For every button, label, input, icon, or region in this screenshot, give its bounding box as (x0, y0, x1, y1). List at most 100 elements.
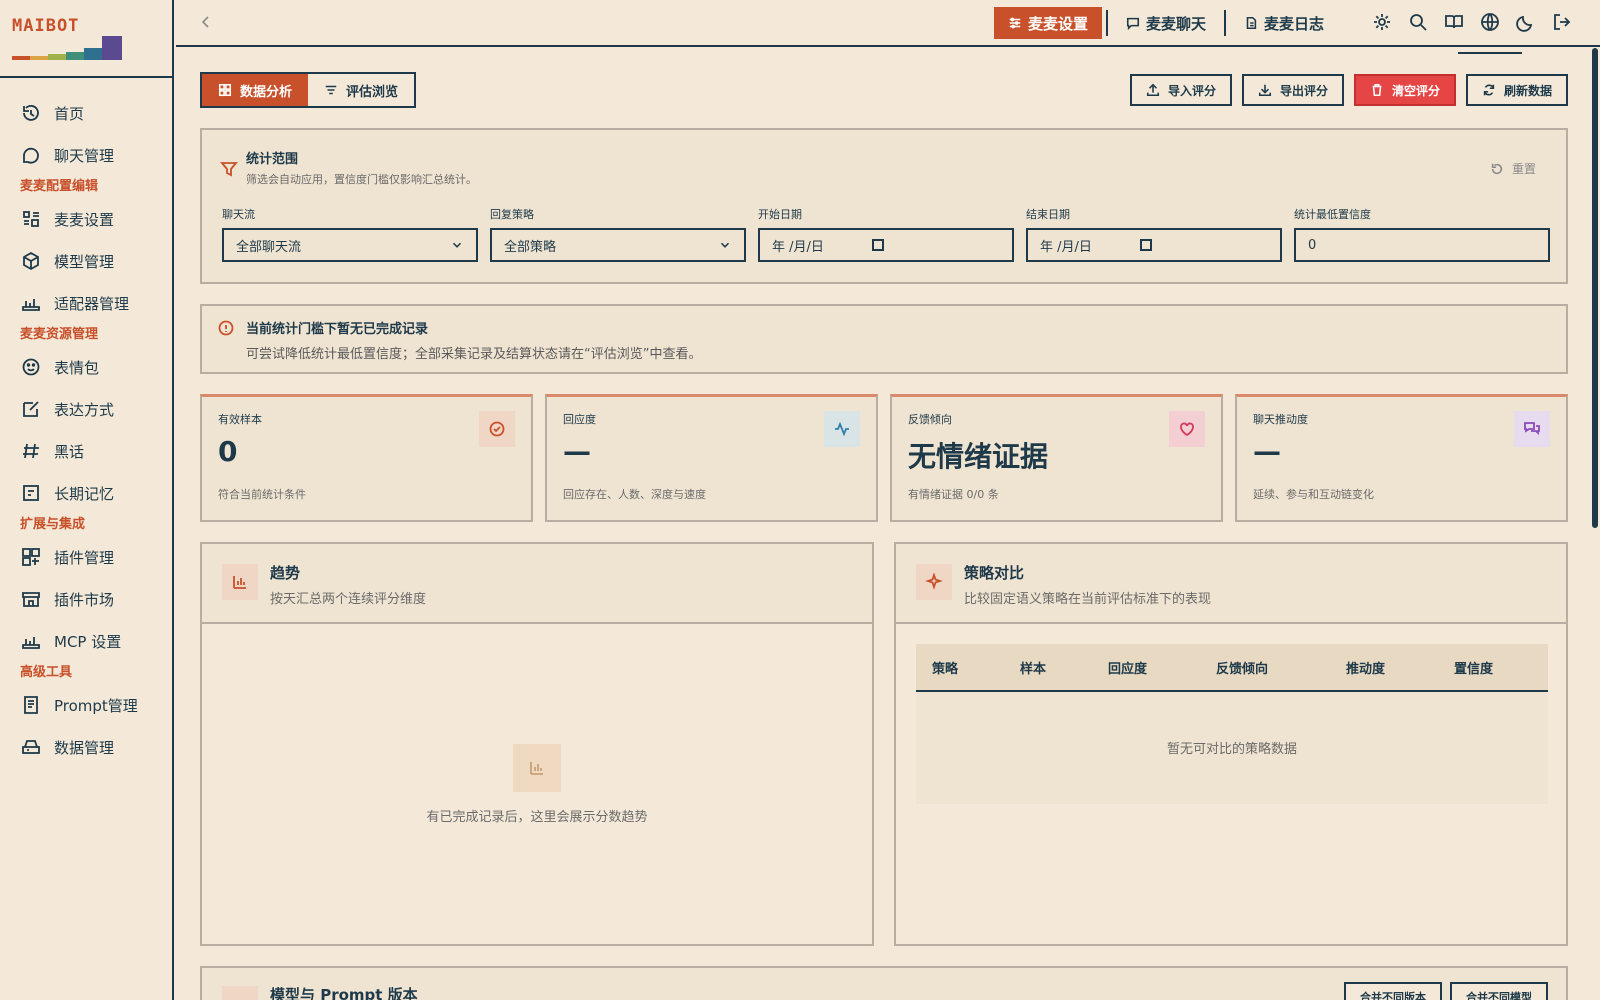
nav-section-label: 麦麦资源管理 (20, 327, 99, 342)
filter-lines-icon (325, 85, 337, 95)
tab-settings[interactable]: 麦麦设置 (994, 7, 1103, 39)
upload-icon (1146, 83, 1159, 97)
tab-browse[interactable]: 评估浏览 (308, 74, 414, 106)
logo[interactable]: MAIBOT (0, 0, 172, 78)
column-header[interactable]: 回应度 (1108, 658, 1216, 677)
bar-chart-icon (222, 564, 258, 600)
merge-models-button[interactable]: 合并不同模型 (1450, 982, 1548, 1000)
clear-button[interactable]: 清空评分 (1353, 74, 1456, 106)
sidebar-item-label: 适配器管理 (54, 294, 130, 313)
search-icon[interactable] (1408, 12, 1428, 32)
sidebar-item[interactable]: 插件市场 (0, 578, 172, 620)
tab-analysis[interactable]: 数据分析 (202, 74, 309, 106)
trend-empty-text: 有已完成记录后，这里会展示分数趋势 (426, 810, 648, 825)
tab-browse-label: 评估浏览 (346, 84, 399, 100)
moon-icon[interactable] (1516, 12, 1536, 32)
column-header[interactable]: 反馈倾向 (1216, 658, 1346, 677)
filter-panel: 统计范围 筛选会自动应用，置信度门槛仅影响汇总统计。 重置 聊天流 全部聊天流 … (200, 128, 1568, 284)
table-empty-state: 暂无可对比的策略数据 (1166, 741, 1297, 757)
sidebar-item[interactable]: 麦麦设置 (0, 198, 172, 240)
scrollbar[interactable] (1592, 48, 1598, 528)
stat-push: 聊天推动度 — 延续、参与和互动链变化 (1235, 394, 1568, 522)
column-header[interactable]: 置信度 (1454, 658, 1493, 677)
column-header[interactable]: 样本 (1020, 658, 1108, 677)
sidebar-item[interactable]: 数据管理 (0, 726, 172, 768)
chevron-down-icon (720, 242, 730, 248)
calendar-icon[interactable] (871, 239, 884, 251)
import-label: 导入评分 (1167, 83, 1216, 98)
sidebar-item[interactable]: 表达方式 (0, 388, 172, 430)
sidebar-item[interactable]: 适配器管理 (0, 282, 172, 324)
reset-label: 重置 (1511, 162, 1536, 176)
chevron-left-icon[interactable] (198, 14, 214, 30)
notice-banner: 当前统计门槛下暂无已完成记录 可尝试降低统计最低置信度；全部采集记录及结算状态请… (200, 304, 1568, 374)
filter-title: 统计范围 (246, 152, 299, 167)
strategy-select[interactable]: 全部策略 (490, 228, 746, 262)
gear-icon[interactable] (1372, 12, 1392, 32)
sidebar-item-label: 数据管理 (54, 738, 115, 757)
sidebar-item[interactable]: 表情包 (0, 346, 172, 388)
sidebar-item[interactable]: MCP 设置 (0, 620, 172, 662)
start-date-field: 开始日期 年 /月/日 (758, 206, 1014, 262)
reset-button[interactable]: 重置 (1490, 160, 1536, 177)
sidebar-item[interactable]: 首页 (0, 92, 172, 134)
sidebar-item[interactable]: 聊天管理 (0, 134, 172, 176)
calendar-icon[interactable] (1139, 239, 1152, 251)
stream-select[interactable]: 全部聊天流 (222, 228, 478, 262)
home-icon (20, 102, 42, 124)
edit-icon (20, 398, 42, 420)
heart-icon (1169, 411, 1205, 447)
sidebar-item[interactable]: Prompt管理 (0, 684, 172, 726)
sidebar-item[interactable]: 长期记忆 (0, 472, 172, 514)
sidebar-item-label: 长期记忆 (54, 484, 115, 503)
stream-label: 聊天流 (222, 208, 255, 221)
import-button[interactable]: 导入评分 (1129, 74, 1232, 106)
confidence-value: 0 (1308, 237, 1317, 253)
column-header[interactable]: 策略 (932, 658, 1020, 677)
logo-bars (12, 36, 122, 60)
sidebar-item[interactable]: 插件管理 (0, 536, 172, 578)
table-header: 策略 样本 回应度 反馈倾向 推动度 置信度 (916, 644, 1548, 692)
start-date-input[interactable]: 年 /月/日 (758, 228, 1014, 262)
merge-versions-label: 合并不同版本 (1360, 991, 1426, 1000)
sidebar-item-label: 首页 (54, 104, 85, 123)
sidebar-item-label: 模型管理 (54, 252, 115, 271)
trend-subtitle: 按天汇总两个连续评分维度 (270, 592, 427, 607)
export-button[interactable]: 导出评分 (1241, 74, 1344, 106)
version-icon (222, 986, 258, 1000)
trend-title: 趋势 (270, 564, 301, 582)
tab-analysis-label: 数据分析 (240, 84, 293, 100)
mcp-icon (20, 630, 42, 652)
confidence-field: 统计最低置信度 0 (1294, 206, 1550, 262)
top-icons (1372, 12, 1572, 32)
topbar: 麦麦设置 麦麦聊天 麦麦日志 (176, 0, 1600, 47)
version-actions: 合并不同版本 合并不同模型 (1344, 982, 1548, 1000)
filter-fields: 聊天流 全部聊天流 回复策略 全部策略 开始日期 年 /月/日 结束日期 年 /… (222, 206, 1550, 262)
tab-logs[interactable]: 麦麦日志 (1230, 7, 1338, 39)
chat-icon (20, 144, 42, 166)
tab-chat[interactable]: 麦麦聊天 (1112, 7, 1220, 39)
top-tabs: 麦麦设置 麦麦聊天 麦麦日志 (994, 7, 1338, 39)
end-date-input[interactable]: 年 /月/日 (1026, 228, 1282, 262)
stream-value: 全部聊天流 (236, 239, 302, 255)
sidebar-item[interactable]: 黑话 (0, 430, 172, 472)
sample-icon (479, 411, 515, 447)
confidence-input[interactable]: 0 (1294, 228, 1550, 262)
globe-icon[interactable] (1480, 12, 1500, 32)
settings-icon (20, 208, 42, 230)
adapter-icon (20, 292, 42, 314)
end-date-field: 结束日期 年 /月/日 (1026, 206, 1282, 262)
sidebar-item[interactable]: 模型管理 (0, 240, 172, 282)
logout-icon[interactable] (1552, 12, 1572, 32)
stat-subtitle: 延续、参与和互动链变化 (1253, 488, 1374, 501)
column-header[interactable]: 推动度 (1346, 658, 1454, 677)
tab-separator (1224, 10, 1227, 36)
notice-content: 当前统计门槛下暂无已完成记录 可尝试降低统计最低置信度；全部采集记录及结算状态请… (218, 318, 701, 362)
sparkle-icon (916, 564, 952, 600)
file-icon (1246, 16, 1257, 30)
merge-versions-button[interactable]: 合并不同版本 (1344, 982, 1442, 1000)
refresh-label: 刷新数据 (1503, 83, 1552, 98)
memory-icon (20, 482, 42, 504)
book-icon[interactable] (1444, 12, 1464, 32)
refresh-button[interactable]: 刷新数据 (1465, 74, 1568, 106)
